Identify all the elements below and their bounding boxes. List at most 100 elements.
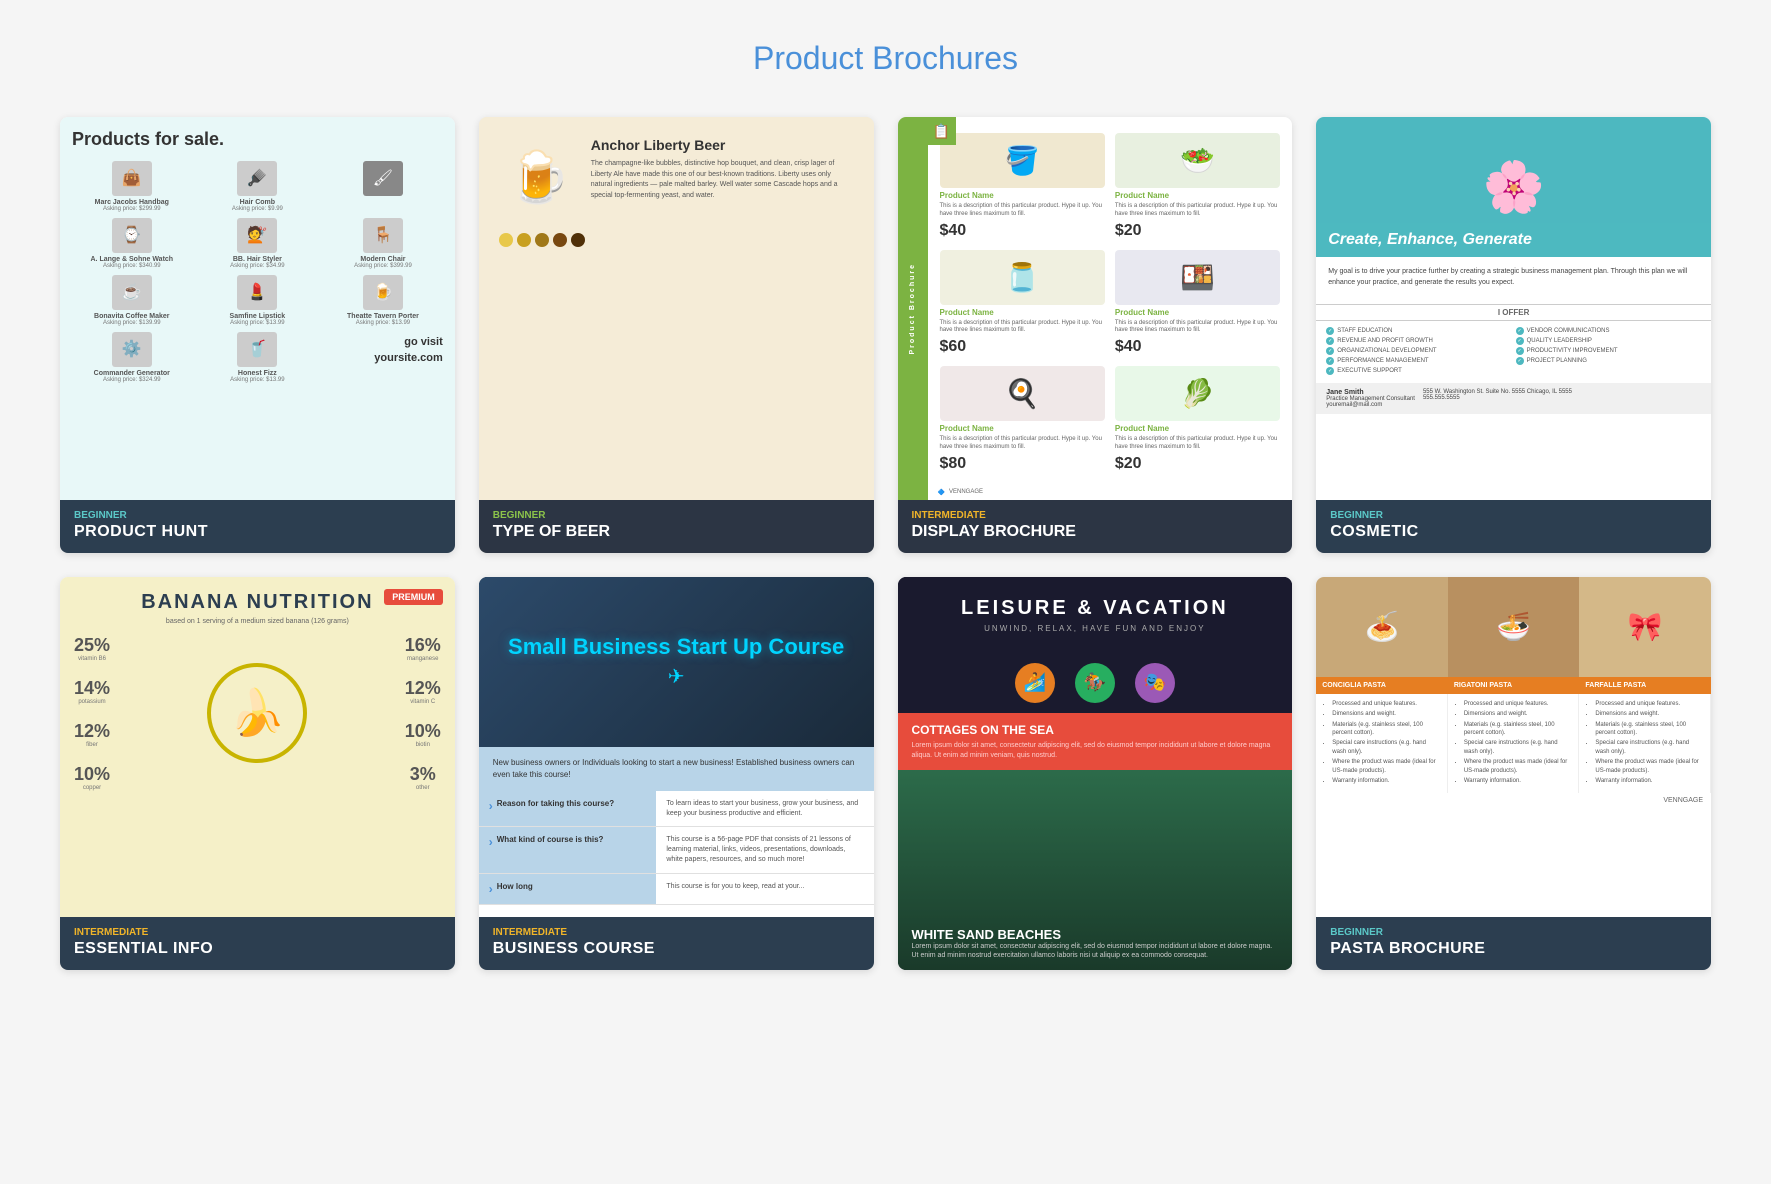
beer-info: Anchor Liberty Beer The champagne-like b… (591, 137, 854, 201)
offer-dot-icon: ✓ (1326, 337, 1334, 345)
card-cosmetic[interactable]: 🌸 Create, Enhance, Generate My goal is t… (1316, 117, 1711, 553)
stat-label: fiber (74, 742, 110, 748)
biz-answer: This course is for you to keep, read at … (656, 874, 873, 904)
product-price: $40 (940, 222, 1105, 240)
card-business-course[interactable]: Small Business Start Up Course ✈ New bus… (479, 577, 874, 970)
pasta-col-details-2: Processed and unique features. Dimension… (1448, 694, 1580, 794)
card-title: PRODUCT HUNT (74, 523, 441, 541)
product-desc: This is a description of this particular… (1115, 320, 1280, 336)
stat-percentage: 25% (74, 635, 110, 656)
color-swatch-2 (517, 233, 531, 247)
go-visit-text: go visit (323, 336, 443, 348)
list-item: 🍱 Product Name This is a description of … (1115, 250, 1280, 357)
list-item: 🪮 Hair Comb Asking price: $9.99 (198, 161, 318, 212)
stat-label: vitamin B6 (74, 656, 110, 662)
offer-dot-icon: ✓ (1326, 347, 1334, 355)
card2-body: 🍺 Anchor Liberty Beer The champagne-like… (479, 117, 874, 500)
level-badge: INTERMEDIATE (493, 927, 860, 938)
brochure-sidebar: Product Brochure (898, 117, 928, 500)
comb-icon: 🪮 (237, 161, 277, 196)
list-item: Where the product was made (ideal for US… (1332, 758, 1441, 775)
arrow-icon: › (489, 835, 493, 849)
biz-plane-icon: ✈ (508, 664, 844, 689)
stat-percentage: 14% (74, 678, 110, 699)
card-title: DISPLAY BROCHURE (912, 523, 1279, 541)
card-liberty-beer[interactable]: 🍺 Anchor Liberty Beer The champagne-like… (479, 117, 874, 553)
biz-header-image: Small Business Start Up Course ✈ (479, 577, 874, 747)
level-badge: INTERMEDIATE (74, 927, 441, 938)
offer-item: ✓PERFORMANCE MANAGEMENT (1326, 357, 1511, 365)
list-item: Warranty information. (1464, 777, 1573, 785)
drink-icon: 🥤 (237, 332, 277, 367)
leisure-header: LEISURE & VACATION UNWIND, RELAX, HAVE F… (898, 577, 1293, 653)
stat-percentage: 12% (405, 678, 441, 699)
list-item: Materials (e.g. stainless steel, 100 per… (1332, 721, 1441, 738)
card3-body: Product Brochure 📋 🪣 Product Name This i… (898, 117, 1293, 500)
biz-qa-section: › Reason for taking this course? To lear… (479, 791, 874, 905)
card-title: ESSENTIAL INFO (74, 940, 441, 958)
beer-top: 🍺 Anchor Liberty Beer The champagne-like… (499, 137, 854, 217)
offer-item: ✓REVENUE AND PROFIT GROWTH (1326, 337, 1511, 345)
list-item: Special care instructions (e.g. hand was… (1595, 739, 1704, 756)
nutrition-diagram: 25% vitamin B6 14% potassium 12% fiber 1… (74, 635, 441, 791)
product-name: Product Name (940, 191, 1105, 200)
biz-row: › How long This course is for you to kee… (479, 874, 874, 905)
level-badge: BEGINNER (1330, 510, 1697, 521)
leisure-activity-icons: 🏄 🏇 🎭 (898, 653, 1293, 713)
brochure-main: 📋 🪣 Product Name This is a description o… (928, 117, 1293, 500)
product-price: Asking price: $13.99 (323, 320, 443, 326)
product-price: Asking price: $139.99 (72, 320, 192, 326)
card-display-brochure[interactable]: Product Brochure 📋 🪣 Product Name This i… (898, 117, 1293, 553)
premium-badge: PREMIUM (384, 589, 443, 605)
cosmetic-tagline: Create, Enhance, Generate (1328, 231, 1699, 249)
beach-title: WHITE SAND BEACHES (912, 927, 1279, 942)
site-url: yoursite.com (323, 352, 443, 364)
list-item: Processed and unique features. (1464, 700, 1573, 708)
nutrition-stat: 16% manganese (405, 635, 441, 662)
biz-title-wrapper: Small Business Start Up Course ✈ (508, 634, 844, 689)
lipstick-icon: 💄 (237, 275, 277, 310)
list-item: ⌚ A. Lange & Sohne Watch Asking price: $… (72, 218, 192, 269)
offer-item: ✓STAFF EDUCATION (1326, 327, 1511, 335)
farfalle-image: 🎀 (1579, 577, 1711, 677)
offer-dot-icon: ✓ (1326, 327, 1334, 335)
product-price: Asking price: $13.99 (198, 377, 318, 383)
product-name: Product Name (940, 308, 1105, 317)
list-item: go visit yoursite.com (323, 332, 443, 383)
list-item: Materials (e.g. stainless steel, 100 per… (1464, 721, 1573, 738)
list-item: 🥬 Product Name This is a description of … (1115, 366, 1280, 473)
banana-image: 🍌 (207, 663, 307, 763)
card-banana-nutrition[interactable]: PREMIUM BANANA NUTRITION based on 1 serv… (60, 577, 455, 970)
card8-body: 🍝 🍜 🎀 CONCIGLIA PASTA RIGATONI PASTA FAR… (1316, 577, 1711, 917)
card-pasta-brochure[interactable]: 🍝 🍜 🎀 CONCIGLIA PASTA RIGATONI PASTA FAR… (1316, 577, 1711, 970)
list-item: 💇 BB. Hair Styler Asking price: $34.99 (198, 218, 318, 269)
pasta-col-head-2: RIGATONI PASTA (1448, 677, 1580, 694)
product-desc: This is a description of this particular… (1115, 436, 1280, 452)
stat-percentage: 16% (405, 635, 441, 656)
card-product-hunt[interactable]: Products for sale. 👜 Marc Jacobs Handbag… (60, 117, 455, 553)
nutrition-stat: 25% vitamin B6 (74, 635, 110, 662)
card5-body: BANANA NUTRITION based on 1 serving of a… (60, 577, 455, 917)
list-item: 🪣 Product Name This is a description of … (940, 133, 1105, 240)
cosmetic-body-text: My goal is to drive your practice furthe… (1316, 257, 1711, 298)
i-offer-label: I OFFER (1316, 304, 1711, 321)
leisure-main-title: LEISURE & VACATION (918, 597, 1273, 620)
offer-dot-icon: ✓ (1516, 357, 1524, 365)
product-name: BB. Hair Styler (198, 256, 318, 263)
card-leisure-vacation[interactable]: LEISURE & VACATION UNWIND, RELAX, HAVE F… (898, 577, 1293, 970)
product-price: $80 (940, 455, 1105, 473)
pasta-col-details-1: Processed and unique features. Dimension… (1316, 694, 1448, 794)
biz-question: › Reason for taking this course? (479, 791, 657, 827)
list-item: Special care instructions (e.g. hand was… (1464, 739, 1573, 756)
level-badge: BEGINNER (493, 510, 860, 521)
biz-description: New business owners or Individuals looki… (479, 747, 874, 791)
cottage-title: COTTAGES ON THE SEA (912, 723, 1279, 737)
product-hunt-grid: 👜 Marc Jacobs Handbag Asking price: $299… (72, 161, 443, 383)
card5-footer: INTERMEDIATE ESSENTIAL INFO (60, 917, 455, 970)
offers-grid: ✓STAFF EDUCATION ✓VENDOR COMMUNICATIONS … (1316, 327, 1711, 375)
activity-icon-2: 🏇 (1075, 663, 1115, 703)
product-name: Marc Jacobs Handbag (72, 199, 192, 206)
list-item: ☕ Bonavita Coffee Maker Asking price: $1… (72, 275, 192, 326)
venngage-branding: VENNGAGE (1316, 793, 1711, 808)
chair-icon: 🪑 (363, 218, 403, 253)
